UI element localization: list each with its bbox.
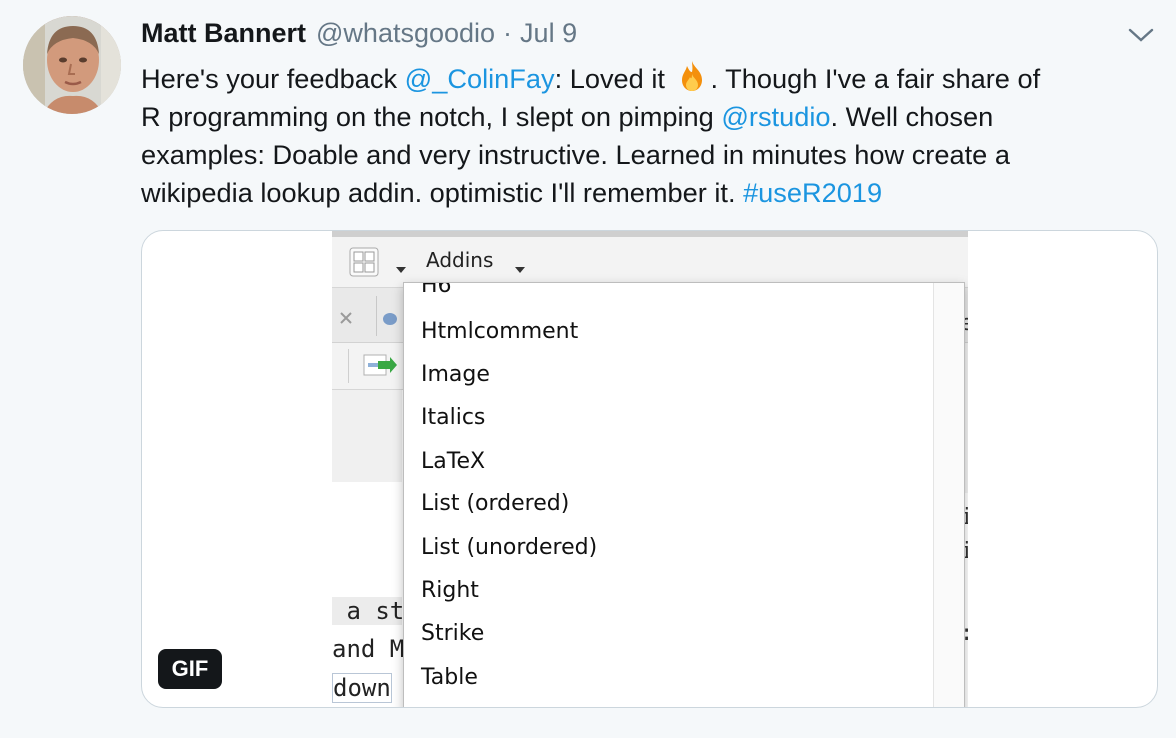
text-segment: . Though I've a fair share of	[710, 63, 1041, 94]
gif-screenshot: Addins a st and M down H6 Htmlcomment Im…	[332, 231, 968, 707]
tweet-text-line: R programming on the notch, I slept on p…	[141, 98, 1151, 136]
hashtag-user2019-link[interactable]: #useR2019	[743, 177, 882, 208]
mention-colinfay-link[interactable]: @_ColinFay	[405, 63, 555, 94]
menu-item-strike[interactable]: Strike	[421, 617, 921, 651]
tab-divider	[376, 296, 377, 336]
toolbar-divider	[348, 349, 349, 383]
text-segment: : Loved it	[554, 63, 673, 94]
menu-item-italics[interactable]: Italics	[421, 401, 921, 435]
menu-item-htmlcomment[interactable]: Htmlcomment	[421, 315, 921, 349]
tweet-date[interactable]: Jul 9	[520, 18, 577, 49]
text-segment: Here's your feedback	[141, 63, 405, 94]
menu-item-h6[interactable]: H6	[421, 283, 921, 303]
author-name[interactable]: Matt Bannert	[141, 18, 306, 49]
tweet-header: Matt Bannert @whatsgoodio · Jul 9	[141, 18, 577, 54]
menu-item-latex[interactable]: LaTeX	[421, 445, 921, 479]
tweet-text-line: examples: Doable and very instructive. L…	[141, 136, 1151, 174]
header-separator: ·	[503, 18, 513, 48]
author-avatar[interactable]	[23, 16, 121, 114]
caret-down-icon[interactable]	[515, 260, 525, 273]
text-segment: . Well chosen	[830, 101, 994, 132]
close-tab-icon[interactable]	[338, 310, 354, 326]
text-segment: R programming on the notch, I slept on p…	[141, 101, 722, 132]
tweet-text: Here's your feedback @_ColinFay: Loved i…	[141, 59, 1151, 212]
menu-item-image[interactable]: Image	[421, 358, 921, 392]
mention-rstudio-link[interactable]: @rstudio	[721, 101, 830, 132]
menu-item-list-unordered[interactable]: List (unordered)	[421, 531, 921, 565]
file-icon	[382, 312, 398, 326]
addins-menu-button[interactable]: Addins	[426, 248, 493, 272]
pane-layout-icon[interactable]	[349, 247, 379, 277]
text-segment: wikipedia lookup addin. optimistic I'll …	[141, 177, 744, 208]
code-line: down	[332, 673, 392, 703]
menu-item-table[interactable]: Table	[421, 661, 921, 695]
code-line: and M	[332, 635, 405, 663]
chevron-down-icon[interactable]	[1128, 26, 1154, 44]
run-arrow-icon[interactable]	[362, 351, 398, 379]
tweet-text-line: wikipedia lookup addin. optimistic I'll …	[141, 174, 1151, 212]
tweet-text-line: Here's your feedback @_ColinFay: Loved i…	[141, 59, 1151, 98]
menu-scrollbar[interactable]	[933, 283, 964, 707]
caret-down-icon[interactable]	[396, 260, 406, 273]
text-segment: examples: Doable and very instructive. L…	[141, 139, 1010, 170]
fire-icon	[675, 59, 709, 93]
code-line: a st	[332, 597, 405, 625]
gif-badge: GIF	[158, 649, 222, 689]
menu-item-list-ordered[interactable]: List (ordered)	[421, 487, 921, 521]
menu-item-right[interactable]: Right	[421, 574, 921, 608]
author-handle[interactable]: @whatsgoodio	[316, 18, 495, 49]
addins-dropdown-menu: H6 Htmlcomment Image Italics LaTeX List …	[403, 282, 965, 707]
editor-gutter	[332, 390, 402, 482]
rstudio-toolbar: Addins	[332, 237, 968, 288]
media-card[interactable]: Addins a st and M down H6 Htmlcomment Im…	[141, 230, 1158, 708]
